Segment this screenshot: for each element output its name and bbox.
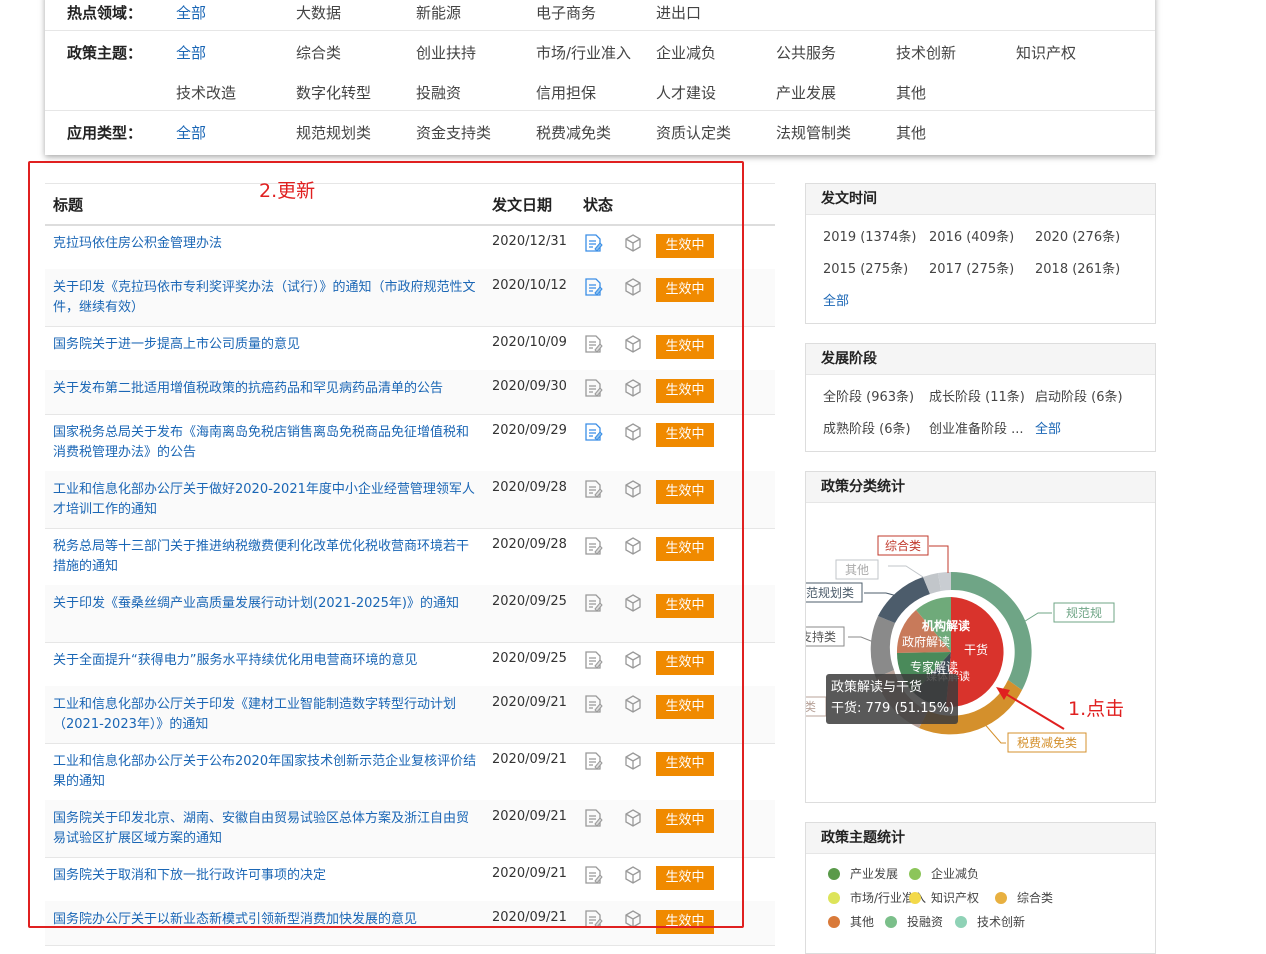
filter-option[interactable]: 综合类: [296, 42, 341, 63]
filter-option[interactable]: 企业减负: [656, 42, 716, 63]
legend-color-dot: [909, 892, 921, 904]
annotation-box-update: [28, 161, 744, 928]
legend-color-dot: [828, 868, 840, 880]
legend-item[interactable]: 产业发展: [828, 865, 898, 882]
filter-label-app: 应用类型：: [67, 124, 143, 142]
filter-option[interactable]: 其他: [896, 82, 926, 103]
pubtime-item[interactable]: 2019 (1374条): [823, 226, 916, 245]
divider: [45, 30, 1155, 31]
legend-item[interactable]: 企业减负: [909, 865, 979, 882]
panel-pubtime: 发文时间 2019 (1374条) 2016 (409条) 2020 (276条…: [805, 183, 1156, 324]
filter-option[interactable]: 大数据: [296, 2, 341, 23]
tooltip-value: 干货: 779 (51.15%): [831, 701, 955, 716]
annotation-click-label: 1.点击: [1068, 698, 1125, 720]
panel-title: 政策分类统计: [806, 472, 1155, 503]
filter-option[interactable]: 其他: [896, 122, 926, 143]
stage-item[interactable]: 启动阶段 (6条): [1035, 386, 1123, 405]
filter-option[interactable]: 新能源: [416, 2, 461, 23]
legend-label: 综合类: [1017, 891, 1054, 905]
panel-theme-stats: 政策主题统计 产业发展 企业减负 市场/行业准入 知识产权 综合类 其他 投融资 技术创新: [805, 822, 1156, 954]
stage-item[interactable]: 创业准备阶段 ...: [929, 418, 1024, 437]
legend-label: 投融资: [907, 915, 944, 929]
legend-item[interactable]: 综合类: [995, 889, 1053, 906]
filter-option[interactable]: 创业扶持: [416, 42, 476, 63]
outer-label-zizhi: 资质认定类: [806, 699, 816, 714]
pubtime-item[interactable]: 2020 (276条): [1035, 226, 1120, 245]
label-line: [1021, 612, 1052, 624]
outer-label-fagui: 规范规划类: [806, 585, 854, 600]
outer-label-shuifei: 税费减免类: [1017, 735, 1077, 750]
tooltip-title: 政策解读与干货: [831, 680, 923, 695]
stage-item[interactable]: 全阶段 (963条): [823, 386, 914, 405]
annotation-arrow: [1000, 690, 1065, 730]
divider: [45, 110, 1155, 111]
outer-segment-zijin[interactable]: [870, 616, 895, 678]
filter-option[interactable]: 知识产权: [1016, 42, 1076, 63]
filter-panel: 热点领域： 全部 大数据 新能源 电子商务 进出口 政策主题： 全部 综合类 创…: [45, 0, 1155, 155]
label-line: [929, 545, 949, 573]
outer-label-zijin: 资金支持类: [806, 629, 836, 644]
filter-option[interactable]: 产业发展: [776, 82, 836, 103]
filter-option[interactable]: 数字化转型: [296, 82, 371, 103]
outer-label-guifan: 规范规: [1066, 605, 1102, 620]
legend-color-dot: [828, 892, 840, 904]
stage-all-link[interactable]: 全部: [1035, 418, 1061, 437]
legend-item[interactable]: 知识产权: [909, 889, 979, 906]
filter-option[interactable]: 税费减免类: [536, 122, 611, 143]
pubtime-item[interactable]: 2016 (409条): [929, 226, 1014, 245]
legend-color-dot: [995, 892, 1007, 904]
legend-item[interactable]: 技术创新: [955, 913, 1025, 930]
filter-option[interactable]: 电子商务: [536, 2, 596, 23]
filter-option[interactable]: 全部: [176, 42, 206, 63]
legend-item[interactable]: 投融资: [885, 913, 943, 930]
legend-item[interactable]: 其他: [828, 913, 874, 930]
outer-label-zonghe: 综合类: [885, 538, 921, 553]
filter-option[interactable]: 人才建设: [656, 82, 716, 103]
pubtime-item[interactable]: 2017 (275条): [929, 258, 1014, 277]
legend-label: 其他: [850, 915, 875, 929]
filter-option[interactable]: 全部: [176, 2, 206, 23]
category-donut-chart[interactable]: 综合类 其他 规范规划类 资金支持类 资质认定类 规范规 税费减免类 机构解读 …: [806, 503, 1155, 801]
filter-label-hot: 热点领域：: [67, 4, 143, 22]
panel-title: 政策主题统计: [806, 823, 1155, 854]
pubtime-item[interactable]: 2015 (275条): [823, 258, 908, 277]
filter-option[interactable]: 法规管制类: [776, 122, 851, 143]
label-line: [888, 565, 924, 578]
panel-title: 发展阶段: [806, 344, 1155, 375]
filter-option[interactable]: 全部: [176, 122, 206, 143]
annotation-update-label: 2.更新: [259, 180, 316, 202]
filter-option[interactable]: 公共服务: [776, 42, 836, 63]
legend-color-dot: [828, 916, 840, 928]
inner-label-jigou: 机构解读: [922, 618, 970, 633]
filter-option[interactable]: 资质认定类: [656, 122, 731, 143]
stage-item[interactable]: 成长阶段 (11条): [929, 386, 1025, 405]
filter-option[interactable]: 市场/行业准入: [536, 42, 631, 63]
filter-option[interactable]: 资金支持类: [416, 122, 491, 143]
filter-option[interactable]: 技术创新: [896, 42, 956, 63]
stage-item[interactable]: 成熟阶段 (6条): [823, 418, 911, 437]
filter-option[interactable]: 投融资: [416, 82, 461, 103]
legend-label: 企业减负: [931, 867, 980, 881]
panel-stage: 发展阶段 全阶段 (963条) 成长阶段 (11条) 启动阶段 (6条) 成熟阶…: [805, 343, 1156, 452]
filter-label-theme: 政策主题：: [67, 44, 143, 62]
panel-title: 发文时间: [806, 184, 1155, 215]
inner-label-zhengfu: 政府解读: [902, 634, 950, 649]
legend-color-dot: [909, 868, 921, 880]
legend-label: 产业发展: [850, 867, 899, 881]
filter-option[interactable]: 进出口: [656, 2, 701, 23]
panel-category-chart: 政策分类统计 综合类 其他 规范规划类 资金支持类 资质认定类 规: [805, 471, 1156, 803]
chart-tooltip: 政策解读与干货 干货: 779 (51.15%): [826, 674, 958, 724]
legend-label: 技术创新: [977, 915, 1026, 929]
outer-label-qita: 其他: [845, 563, 869, 577]
inner-label-ganhuo: 干货: [964, 642, 988, 657]
legend-color-dot: [885, 916, 897, 928]
legend-color-dot: [955, 916, 967, 928]
filter-option[interactable]: 技术改造: [176, 82, 236, 103]
pubtime-item[interactable]: 2018 (261条): [1035, 258, 1120, 277]
pubtime-all-link[interactable]: 全部: [823, 290, 849, 309]
filter-option[interactable]: 规范规划类: [296, 122, 371, 143]
legend-label: 知识产权: [931, 891, 980, 905]
filter-option[interactable]: 信用担保: [536, 82, 596, 103]
